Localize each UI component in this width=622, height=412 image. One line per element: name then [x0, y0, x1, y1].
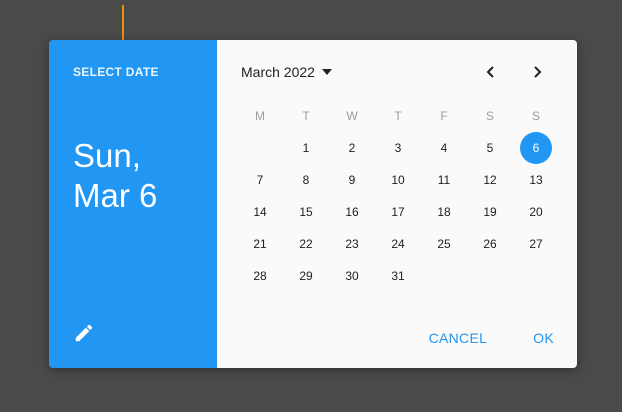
- day-cell[interactable]: 9: [336, 164, 368, 196]
- day-cell[interactable]: 1: [290, 132, 322, 164]
- dialog-actions: CANCEL OK: [418, 324, 565, 352]
- day-cell[interactable]: 20: [520, 196, 552, 228]
- weekday-label: T: [302, 109, 310, 123]
- weekday-label: M: [255, 109, 265, 123]
- weekday-label: W: [346, 109, 358, 123]
- pencil-icon: [75, 324, 93, 342]
- day-cell[interactable]: 23: [336, 228, 368, 260]
- day-cell[interactable]: 7: [244, 164, 276, 196]
- day-cell[interactable]: 21: [244, 228, 276, 260]
- day-cell[interactable]: 27: [520, 228, 552, 260]
- day-cell[interactable]: 2: [336, 132, 368, 164]
- day-cell[interactable]: 4: [428, 132, 460, 164]
- day-cell[interactable]: 16: [336, 196, 368, 228]
- calendar-pane: March 2022 MTWTFSS 1 2 3 4 5 6 7 8 9 10 11 12 13 14 15…: [217, 40, 577, 368]
- day-cell[interactable]: 19: [474, 196, 506, 228]
- day-cell-selected[interactable]: 6: [520, 132, 552, 164]
- select-date-label: SELECT DATE: [73, 65, 159, 79]
- month-year-dropdown[interactable]: March 2022: [241, 64, 333, 80]
- weekday-label: F: [440, 109, 448, 123]
- day-cell[interactable]: 18: [428, 196, 460, 228]
- selected-weekday: Sun,: [73, 137, 141, 174]
- weekday-label: S: [485, 109, 494, 123]
- next-month-button[interactable]: [525, 60, 549, 84]
- day-cell[interactable]: 10: [382, 164, 414, 196]
- weekday-label: S: [531, 109, 540, 123]
- ok-button[interactable]: OK: [522, 324, 565, 352]
- day-cell[interactable]: 31: [382, 260, 414, 292]
- day-cell[interactable]: 29: [290, 260, 322, 292]
- day-cell[interactable]: 30: [336, 260, 368, 292]
- screen: SELECT DATE Sun, Mar 6 March 2022 M T W …: [0, 0, 622, 412]
- weekday-label: T: [394, 109, 402, 123]
- day-cell[interactable]: 15: [290, 196, 322, 228]
- day-cell[interactable]: 11: [428, 164, 460, 196]
- day-cell[interactable]: 22: [290, 228, 322, 260]
- previous-month-button[interactable]: [479, 60, 503, 84]
- date-picker-dialog: SELECT DATE Sun, Mar 6 March 2022 M T W …: [49, 40, 577, 368]
- selected-date-display: Sun, Mar 6: [73, 136, 157, 216]
- month-year-label: March 2022: [241, 64, 315, 80]
- day-cell[interactable]: 25: [428, 228, 460, 260]
- day-cell[interactable]: 12: [474, 164, 506, 196]
- chevron-right-icon: [534, 66, 542, 78]
- day-cell[interactable]: 13: [520, 164, 552, 196]
- cancel-button[interactable]: CANCEL: [418, 324, 499, 352]
- day-cell[interactable]: 24: [382, 228, 414, 260]
- chevron-left-icon: [486, 66, 494, 78]
- day-cell[interactable]: 17: [382, 196, 414, 228]
- day-cell[interactable]: 14: [244, 196, 276, 228]
- date-picker-header: SELECT DATE Sun, Mar 6: [49, 40, 217, 368]
- day-cell[interactable]: 26: [474, 228, 506, 260]
- edit-date-button[interactable]: [69, 318, 99, 348]
- caret-down-icon: [321, 69, 332, 75]
- day-cell[interactable]: 8: [290, 164, 322, 196]
- day-cell[interactable]: 5: [474, 132, 506, 164]
- day-cell[interactable]: 3: [382, 132, 414, 164]
- day-cell[interactable]: 28: [244, 260, 276, 292]
- selected-month-day: Mar 6: [73, 177, 158, 214]
